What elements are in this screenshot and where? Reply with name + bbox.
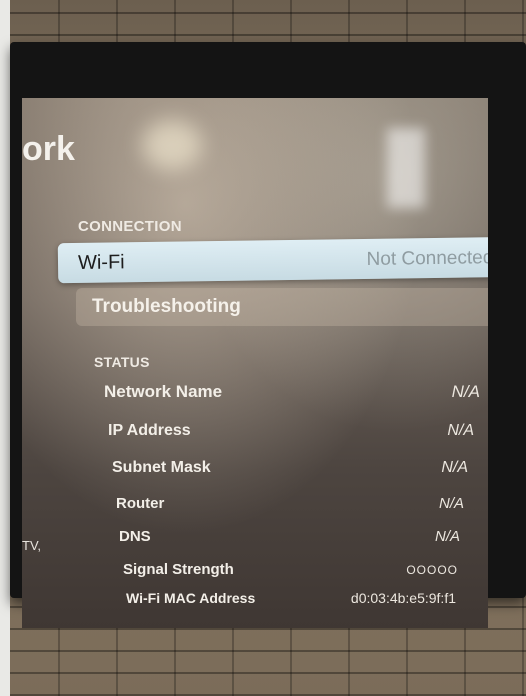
- status-value: d0:03:4b:e5:9f:f1: [350, 590, 456, 606]
- page-title: ork: [22, 130, 75, 168]
- status-label: Signal Strength: [123, 561, 234, 578]
- status-row-subnet-mask: Subnet Mask N/A: [112, 459, 468, 477]
- status-row-signal-strength: Signal Strength OOOOO: [123, 561, 458, 578]
- status-label: IP Address: [108, 422, 191, 439]
- status-row-mac-address: Wi-Fi MAC Address d0:03:4b:e5:9f:f1: [126, 590, 456, 606]
- troubleshooting-label: Troubleshooting: [92, 296, 241, 317]
- status-heading: STATUS: [94, 354, 150, 370]
- status-label: Network Name: [104, 382, 223, 401]
- wifi-label: Wi-Fi: [77, 250, 125, 274]
- status-row-ip-address: IP Address N/A: [108, 422, 474, 440]
- status-row-network-name: Network Name N/A: [104, 382, 480, 402]
- left-wall-edge: [0, 0, 10, 696]
- status-value: N/A: [451, 382, 480, 401]
- wifi-row[interactable]: Wi-Fi Not Connected›: [57, 236, 488, 284]
- status-row-dns: DNS N/A: [119, 528, 460, 545]
- side-caption: TV,: [22, 538, 42, 553]
- wifi-status-value: Not Connected›: [366, 246, 488, 270]
- light-glare: [142, 120, 202, 170]
- status-label: Subnet Mask: [112, 459, 211, 476]
- chevron-right-icon: ›: [487, 296, 488, 319]
- troubleshooting-row[interactable]: Troubleshooting ›: [76, 288, 488, 326]
- signal-strength-icon: OOOOO: [406, 562, 458, 577]
- status-value: N/A: [438, 495, 464, 512]
- status-value: N/A: [441, 459, 468, 476]
- tv-bezel: ork CONNECTION Wi-Fi Not Connected› Trou…: [10, 42, 526, 628]
- window-reflection: [387, 128, 425, 208]
- status-value: N/A: [447, 422, 474, 439]
- status-label: DNS: [119, 528, 151, 545]
- status-label: Router: [116, 495, 165, 512]
- status-label: Wi-Fi MAC Address: [126, 590, 256, 606]
- status-row-router: Router N/A: [116, 495, 464, 512]
- connection-heading: CONNECTION: [78, 218, 182, 235]
- status-value: N/A: [434, 528, 460, 545]
- tv-screen: ork CONNECTION Wi-Fi Not Connected› Trou…: [22, 98, 488, 628]
